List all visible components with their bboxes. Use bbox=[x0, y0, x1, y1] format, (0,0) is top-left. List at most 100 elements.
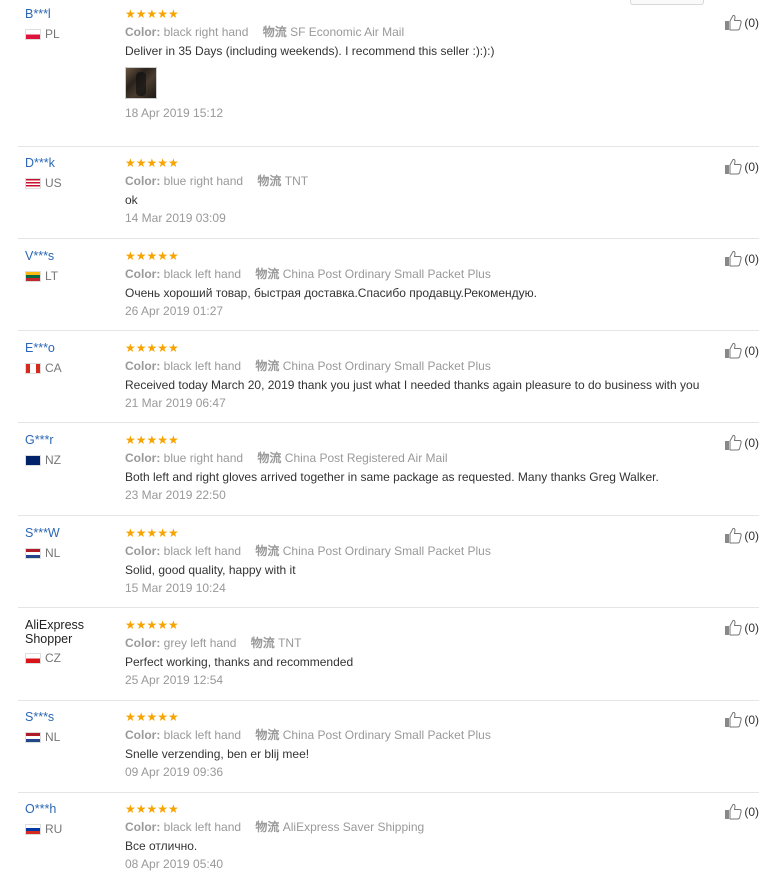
review-item: D***k US ★★★★★ Color: blue right hand 物流… bbox=[18, 146, 759, 239]
review-item: V***s LT ★★★★★ Color: black left hand 物流… bbox=[18, 238, 759, 331]
star-rating: ★★★★★ bbox=[125, 156, 179, 170]
reviewer-country: NL bbox=[25, 730, 115, 744]
color-label: Color: bbox=[125, 728, 161, 742]
flag-nl-icon bbox=[25, 731, 41, 743]
reviewer-name[interactable]: V***s bbox=[25, 249, 115, 264]
shipping-label: 物流 bbox=[255, 359, 280, 373]
thumbs-up-icon bbox=[725, 527, 742, 544]
flag-us-icon bbox=[25, 177, 41, 189]
review-date: 23 Mar 2019 22:50 bbox=[125, 488, 226, 502]
review-meta: Color: grey left hand 物流 TNT bbox=[125, 636, 735, 651]
reviewer-info: G***r NZ bbox=[25, 433, 115, 467]
helpful-button[interactable]: (0) bbox=[724, 158, 759, 175]
reviewer-name[interactable]: B***l bbox=[25, 7, 115, 22]
review-date: 09 Apr 2019 09:36 bbox=[125, 765, 224, 779]
review-date: 21 Mar 2019 06:47 bbox=[125, 396, 226, 410]
country-code: US bbox=[45, 176, 62, 190]
review-meta: Color: blue right hand 物流 China Post Reg… bbox=[125, 451, 735, 466]
reviewer-info: S***s NL bbox=[25, 710, 115, 744]
review-item: E***o CA ★★★★★ Color: black left hand 物流… bbox=[18, 330, 759, 423]
reviewer-country: PL bbox=[25, 27, 115, 41]
shipping-label: 物流 bbox=[262, 25, 287, 39]
reviewer-name[interactable]: E***o bbox=[25, 341, 115, 356]
shipping-value: China Post Ordinary Small Packet Plus bbox=[282, 267, 491, 281]
helpful-count: (0) bbox=[744, 343, 759, 358]
star-rating: ★★★★★ bbox=[125, 341, 179, 355]
reviewer-info: B***l PL bbox=[25, 7, 115, 41]
reviewer-info: O***h RU bbox=[25, 802, 115, 836]
color-value: black left hand bbox=[163, 544, 242, 558]
reviewer-country: NZ bbox=[25, 453, 115, 467]
reviewer-name[interactable]: D***k bbox=[25, 156, 115, 171]
review-text: Both left and right gloves arrived toget… bbox=[125, 470, 659, 484]
flag-pl-icon bbox=[25, 28, 41, 40]
reviewer-name-line1: AliExpress bbox=[25, 618, 85, 632]
thumbs-up-icon bbox=[725, 711, 742, 728]
review-item: AliExpress Shopper CZ ★★★★★ Color: grey … bbox=[18, 607, 759, 701]
thumbs-up-icon bbox=[725, 434, 742, 451]
helpful-button[interactable]: (0) bbox=[724, 527, 759, 544]
reviewer-name[interactable]: G***r bbox=[25, 433, 115, 448]
helpful-count: (0) bbox=[744, 712, 759, 727]
review-date: 14 Mar 2019 03:09 bbox=[125, 211, 226, 225]
review-body: ★★★★★ Color: black left hand 物流 China Po… bbox=[125, 341, 735, 411]
review-text: Очень хороший товар, быстрая доставка.Сп… bbox=[125, 286, 537, 300]
review-body: ★★★★★ Color: blue right hand 物流 TNT ok 1… bbox=[125, 156, 735, 226]
star-rating: ★★★★★ bbox=[125, 802, 179, 816]
helpful-button[interactable]: (0) bbox=[724, 803, 759, 820]
review-photo-thumbnail[interactable] bbox=[125, 67, 157, 99]
reviewer-country: CA bbox=[25, 361, 115, 375]
color-label: Color: bbox=[125, 820, 161, 834]
country-code: NL bbox=[45, 546, 61, 560]
helpful-button[interactable]: (0) bbox=[724, 619, 759, 636]
thumbs-up-icon bbox=[725, 250, 742, 267]
review-body: ★★★★★ Color: black left hand 物流 AliExpre… bbox=[125, 802, 735, 872]
shipping-label: 物流 bbox=[255, 820, 280, 834]
reviewer-name[interactable]: S***s bbox=[25, 710, 115, 725]
helpful-button[interactable]: (0) bbox=[724, 342, 759, 359]
reviewer-name[interactable]: S***W bbox=[25, 526, 115, 541]
shipping-value: China Post Registered Air Mail bbox=[284, 451, 448, 465]
shipping-value: SF Economic Air Mail bbox=[290, 25, 405, 39]
review-text: ok bbox=[125, 193, 138, 207]
helpful-count: (0) bbox=[744, 620, 759, 635]
helpful-count: (0) bbox=[744, 528, 759, 543]
review-text: Solid, good quality, happy with it bbox=[125, 563, 296, 577]
review-item: B***l PL ★★★★★ Color: black right hand 物… bbox=[18, 0, 759, 147]
review-text: Все отлично. bbox=[125, 839, 198, 853]
country-code: NL bbox=[45, 730, 61, 744]
color-label: Color: bbox=[125, 359, 161, 373]
review-item: S***s NL ★★★★★ Color: black left hand 物流… bbox=[18, 700, 759, 793]
helpful-count: (0) bbox=[744, 159, 759, 174]
review-meta: Color: black left hand 物流 China Post Ord… bbox=[125, 267, 735, 282]
helpful-button[interactable]: (0) bbox=[724, 14, 759, 31]
color-label: Color: bbox=[125, 25, 161, 39]
reviewer-country: LT bbox=[25, 269, 115, 283]
review-body: ★★★★★ Color: black left hand 物流 China Po… bbox=[125, 710, 735, 780]
helpful-count: (0) bbox=[744, 804, 759, 819]
review-date: 15 Mar 2019 10:24 bbox=[125, 581, 226, 595]
review-item: S***W NL ★★★★★ Color: black left hand 物流… bbox=[18, 515, 759, 608]
helpful-button[interactable]: (0) bbox=[724, 250, 759, 267]
star-rating: ★★★★★ bbox=[125, 618, 179, 632]
reviewer-name[interactable]: O***h bbox=[25, 802, 115, 817]
reviewer-info: E***o CA bbox=[25, 341, 115, 375]
thumbs-up-icon bbox=[725, 14, 742, 31]
helpful-count: (0) bbox=[744, 251, 759, 266]
helpful-button[interactable]: (0) bbox=[724, 711, 759, 728]
color-label: Color: bbox=[125, 544, 161, 558]
color-label: Color: bbox=[125, 174, 161, 188]
shipping-label: 物流 bbox=[255, 544, 280, 558]
color-value: blue right hand bbox=[163, 451, 244, 465]
review-date: 08 Apr 2019 05:40 bbox=[125, 857, 224, 871]
review-meta: Color: black left hand 物流 China Post Ord… bbox=[125, 359, 735, 374]
reviewer-info: D***k US bbox=[25, 156, 115, 190]
helpful-button[interactable]: (0) bbox=[724, 434, 759, 451]
thumbs-up-icon bbox=[725, 619, 742, 636]
shipping-value: TNT bbox=[284, 174, 309, 188]
flag-ca-icon bbox=[25, 362, 41, 374]
thumbs-up-icon bbox=[725, 158, 742, 175]
color-value: black left hand bbox=[163, 820, 242, 834]
shipping-label: 物流 bbox=[257, 174, 282, 188]
review-text: Received today March 20, 2019 thank you … bbox=[125, 378, 700, 392]
